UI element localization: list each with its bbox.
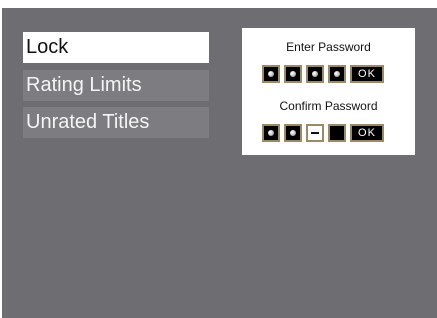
masked-digit-icon [290, 130, 296, 136]
confirm-password-digit-4[interactable] [328, 124, 346, 142]
enter-password-ok-button[interactable]: OK [350, 65, 384, 83]
password-panel: Enter Password OK Confirm Password OK [242, 28, 415, 155]
masked-digit-icon [334, 71, 340, 77]
masked-digit-icon [312, 71, 318, 77]
parental-control-screen: Lock Rating Limits Unrated Titles Enter … [2, 8, 437, 318]
confirm-password-label: Confirm Password [279, 99, 378, 113]
masked-digit-icon [268, 71, 274, 77]
enter-password-digit-4[interactable] [328, 65, 346, 83]
confirm-password-digit-2[interactable] [284, 124, 302, 142]
masked-digit-icon [268, 130, 274, 136]
confirm-password-digit-3[interactable] [306, 124, 324, 142]
confirm-password-digit-1[interactable] [262, 124, 280, 142]
masked-digit-icon [290, 71, 296, 77]
enter-password-digit-3[interactable] [306, 65, 324, 83]
enter-password-digit-2[interactable] [284, 65, 302, 83]
menu-item-rating-limits[interactable]: Rating Limits [23, 70, 209, 101]
confirm-password-ok-button[interactable]: OK [350, 124, 384, 142]
menu-item-unrated-titles[interactable]: Unrated Titles [23, 107, 209, 138]
enter-password-label: Enter Password [286, 40, 371, 54]
menu-item-lock[interactable]: Lock [23, 32, 209, 63]
input-cursor-icon [311, 132, 319, 134]
enter-password-digit-1[interactable] [262, 65, 280, 83]
